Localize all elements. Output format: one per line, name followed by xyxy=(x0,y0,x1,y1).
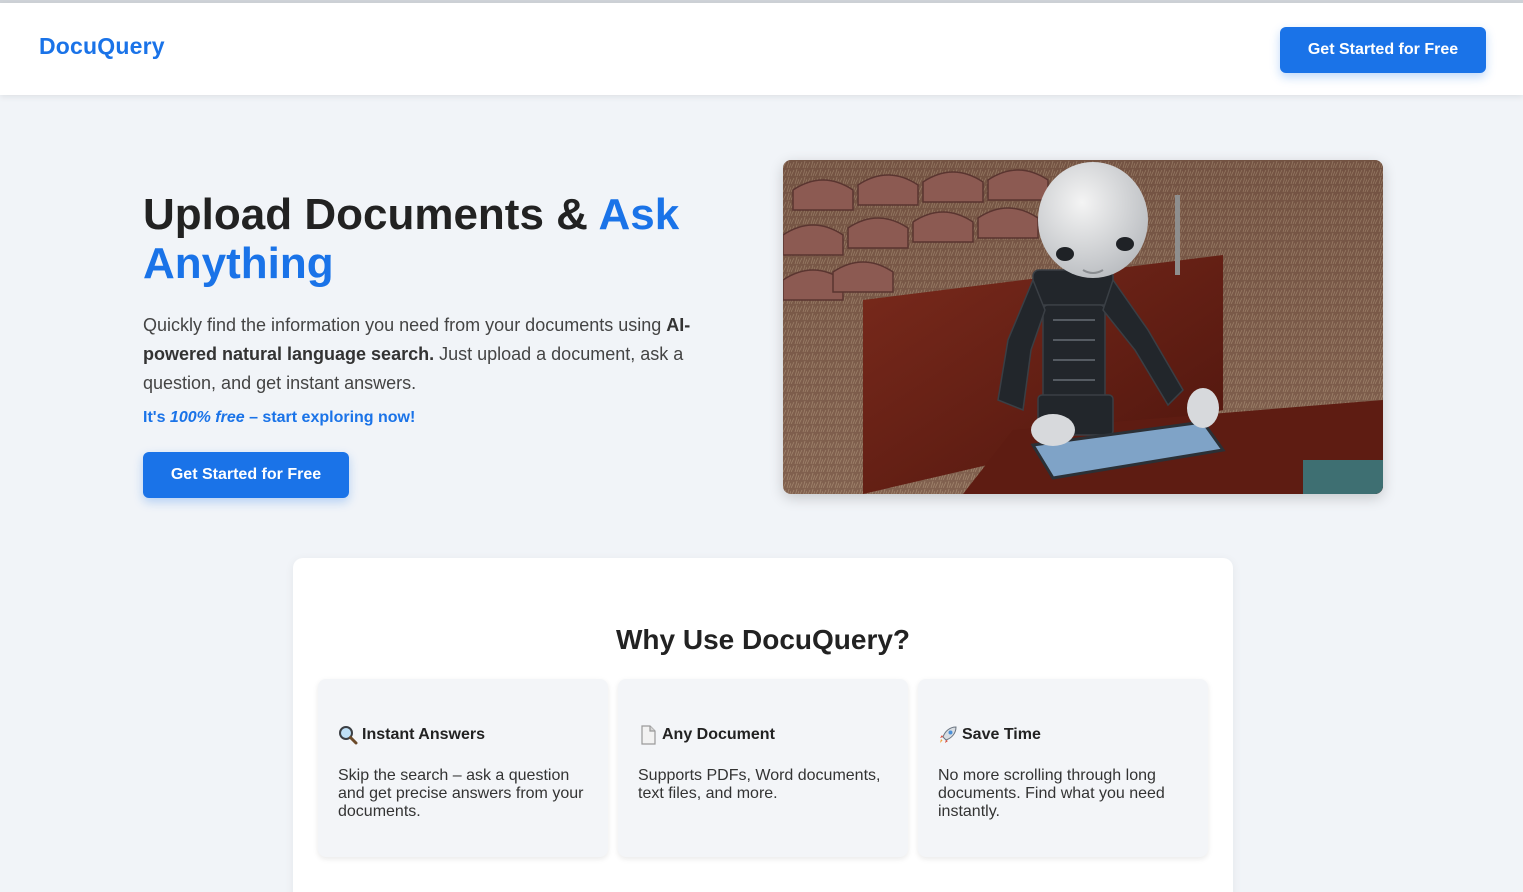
feature-title: Save Time xyxy=(962,726,1041,743)
feature-text: Skip the search – ask a question and get… xyxy=(338,767,584,820)
feature-text: Supports PDFs, Word documents, text file… xyxy=(638,767,881,802)
feature-title: Any Document xyxy=(662,726,775,743)
features-section: Why Use DocuQuery? Instant Answers Skip … xyxy=(293,558,1233,892)
hero-get-started-button[interactable]: Get Started for Free xyxy=(143,452,349,498)
hero-description: Quickly find the information you need fr… xyxy=(143,311,703,398)
feature-text: No more scrolling through long documents… xyxy=(938,767,1165,820)
hero-free-post: – start exploring now! xyxy=(244,409,416,426)
hero-robot-image xyxy=(783,160,1383,494)
features-title: Why Use DocuQuery? xyxy=(615,624,911,655)
document-icon xyxy=(638,725,658,745)
nav-get-started-button[interactable]: Get Started for Free xyxy=(1280,27,1486,73)
hero-free-pre: It's xyxy=(143,409,170,426)
feature-card-save-time: Save Time No more scrolling through long… xyxy=(918,679,1208,857)
feature-card-instant-answers: Instant Answers Skip the search – ask a … xyxy=(318,679,608,857)
feature-title: Instant Answers xyxy=(362,726,485,743)
hero-desc-pre: Quickly find the information you need fr… xyxy=(143,315,667,335)
hero-free-em: 100% free xyxy=(169,409,245,426)
hero-title: Upload Documents & Ask Anything xyxy=(143,190,723,288)
rocket-icon xyxy=(938,725,958,745)
feature-card-any-document: Any Document Supports PDFs, Word documen… xyxy=(618,679,908,857)
robot-illustration xyxy=(783,160,1383,494)
hero-section: Upload Documents & Ask Anything Quickly … xyxy=(143,190,723,498)
hero-title-main: Upload Documents & xyxy=(143,190,599,239)
magnifier-icon xyxy=(338,725,358,745)
logo[interactable]: DocuQuery xyxy=(39,33,165,60)
navbar: DocuQuery Get Started for Free xyxy=(0,3,1523,95)
hero-free-note: It's 100% free – start exploring now! xyxy=(143,409,723,427)
